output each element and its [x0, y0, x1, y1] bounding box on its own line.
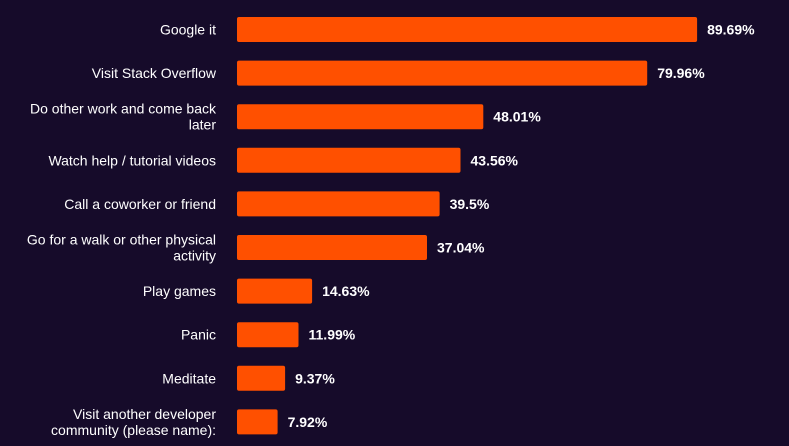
- category-label-line: Visit another developer: [73, 406, 216, 422]
- category-label-2: Visit Stack Overflow: [92, 65, 217, 81]
- bar-2: [237, 60, 648, 86]
- category-label-line: activity: [173, 248, 216, 264]
- category-label-line: Panic: [181, 327, 216, 343]
- category-label-7: Play games: [143, 283, 216, 299]
- category-label-line: Visit Stack Overflow: [92, 65, 217, 81]
- category-label-line: Watch help / tutorial videos: [48, 152, 216, 168]
- bar-10: [237, 409, 278, 435]
- bar-7: [237, 278, 313, 304]
- category-label-line: Call a coworker or friend: [64, 196, 216, 212]
- value-label-7: 14.63%: [322, 283, 370, 299]
- category-label-line: community (please name):: [51, 422, 216, 438]
- category-label-10: Visit another developer community (please…: [51, 406, 216, 438]
- category-label-line: Go for a walk or other physical: [27, 232, 216, 248]
- category-label-6: Go for a walk or other physical activity: [27, 232, 216, 264]
- category-labels: Google it Visit Stack Overflow Do other wo…: [27, 22, 217, 438]
- value-label-8: 11.99%: [309, 327, 356, 343]
- category-label-line: later: [189, 117, 217, 133]
- category-label-1: Google it: [160, 22, 216, 38]
- value-label-1: 89.69%: [707, 22, 755, 38]
- category-label-3: Do other work and come back later: [30, 101, 217, 133]
- bar-9: [237, 365, 286, 391]
- value-label-5: 39.5%: [450, 196, 490, 212]
- category-label-line: Meditate: [162, 370, 216, 386]
- bar-5: [237, 191, 440, 217]
- value-label-10: 7.92%: [288, 414, 328, 430]
- value-label-3: 48.01%: [493, 109, 541, 125]
- bar-8: [237, 322, 299, 348]
- category-label-9: Meditate: [162, 370, 216, 386]
- bar-1: [237, 17, 698, 42]
- category-label-4: Watch help / tutorial videos: [48, 152, 216, 168]
- bar-6: [237, 235, 427, 260]
- category-label-line: Play games: [143, 283, 216, 299]
- category-label-line: Google it: [160, 22, 216, 38]
- bar-4: [237, 147, 461, 173]
- category-label-5: Call a coworker or friend: [64, 196, 216, 212]
- value-label-2: 79.96%: [657, 65, 705, 81]
- bar-chart: Google it Visit Stack Overflow Do other wo…: [27, 17, 755, 438]
- category-label-8: Panic: [181, 327, 216, 343]
- value-label-6: 37.04%: [437, 240, 485, 256]
- bar-3: [237, 104, 484, 130]
- category-label-line: Do other work and come back: [30, 101, 217, 117]
- value-label-4: 43.56%: [471, 152, 519, 168]
- value-label-9: 9.37%: [295, 370, 335, 386]
